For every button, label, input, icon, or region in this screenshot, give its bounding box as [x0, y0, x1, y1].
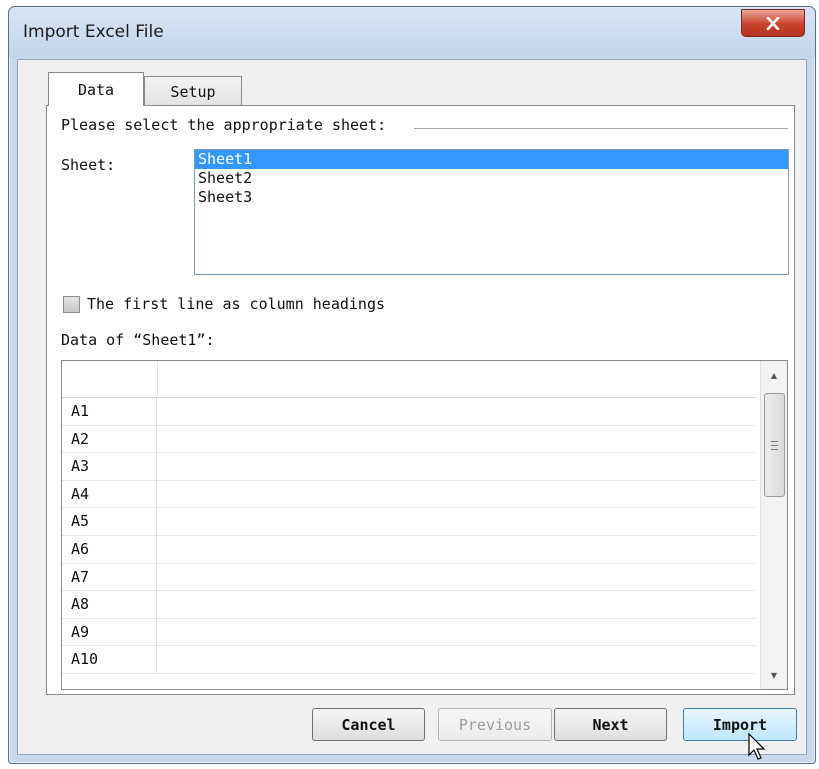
table-row[interactable]: A1: [62, 398, 757, 426]
sheet-label: Sheet:: [61, 156, 116, 174]
sheet-list-item[interactable]: Sheet1: [195, 150, 788, 169]
row-header: A1: [62, 398, 157, 425]
table-row[interactable]: A6: [62, 535, 757, 564]
first-line-headings-checkbox[interactable]: [63, 296, 80, 313]
tab-setup[interactable]: Setup: [144, 76, 242, 106]
sheet-section-label: Please select the appropriate sheet:: [61, 116, 387, 134]
scroll-thumb[interactable]: [764, 393, 785, 497]
cancel-button[interactable]: Cancel: [312, 708, 425, 741]
section-divider: [414, 128, 788, 129]
row-header: A2: [62, 425, 157, 453]
table-row[interactable]: A10: [62, 646, 757, 674]
title-bar[interactable]: Import Excel File: [9, 7, 815, 57]
data-preview-label: Data of “Sheet1”:: [61, 331, 215, 349]
sheet-list-item[interactable]: Sheet3: [195, 188, 788, 207]
row-header: A8: [62, 591, 157, 618]
dialog-body: Data Setup Please select the appropriate…: [17, 59, 807, 755]
grid-header: [62, 361, 757, 398]
row-header: A5: [62, 508, 157, 535]
row-header: A3: [62, 453, 157, 480]
mouse-cursor-icon: [748, 733, 766, 760]
table-row[interactable]: A9: [62, 618, 757, 647]
row-header: A10: [62, 646, 157, 673]
table-row[interactable]: A2: [62, 425, 757, 454]
close-button[interactable]: [741, 9, 805, 37]
close-x-icon: [766, 16, 780, 30]
grip-icon: [771, 440, 778, 450]
scroll-down-arrow-icon[interactable]: ▼: [761, 663, 787, 687]
previous-button[interactable]: Previous: [438, 708, 552, 741]
table-row[interactable]: A8: [62, 591, 757, 619]
data-tab-panel: Please select the appropriate sheet: She…: [46, 105, 795, 695]
table-row[interactable]: A7: [62, 563, 757, 592]
row-header: A6: [62, 535, 157, 563]
import-excel-dialog: Import Excel File Data Setup Please sele…: [8, 6, 816, 764]
import-button[interactable]: Import: [683, 708, 797, 741]
tab-setup-label: Setup: [170, 82, 216, 101]
next-button[interactable]: Next: [554, 708, 667, 741]
table-row[interactable]: A4: [62, 480, 757, 509]
grid-rows: A1 A2 A3 A4 A5 A6 A7 A8 A9 A10: [62, 398, 757, 674]
row-header: A9: [62, 618, 157, 646]
first-line-headings-label[interactable]: The first line as column headings: [87, 295, 385, 313]
tab-data-label: Data: [77, 80, 115, 99]
sheet-list-item[interactable]: Sheet2: [195, 169, 788, 188]
row-header: A7: [62, 563, 157, 591]
window-title: Import Excel File: [23, 22, 164, 42]
table-row[interactable]: A5: [62, 508, 757, 536]
row-header: A4: [62, 480, 157, 508]
sheet-listbox[interactable]: Sheet1 Sheet2 Sheet3: [194, 149, 789, 275]
tab-data[interactable]: Data: [48, 72, 144, 106]
data-preview-grid[interactable]: A1 A2 A3 A4 A5 A6 A7 A8 A9 A10 ▲ ▼: [61, 360, 788, 690]
vertical-scrollbar[interactable]: ▲ ▼: [760, 361, 787, 689]
grid-corner-cell: [62, 361, 158, 397]
scroll-up-arrow-icon[interactable]: ▲: [761, 363, 787, 387]
table-row[interactable]: A3: [62, 453, 757, 481]
